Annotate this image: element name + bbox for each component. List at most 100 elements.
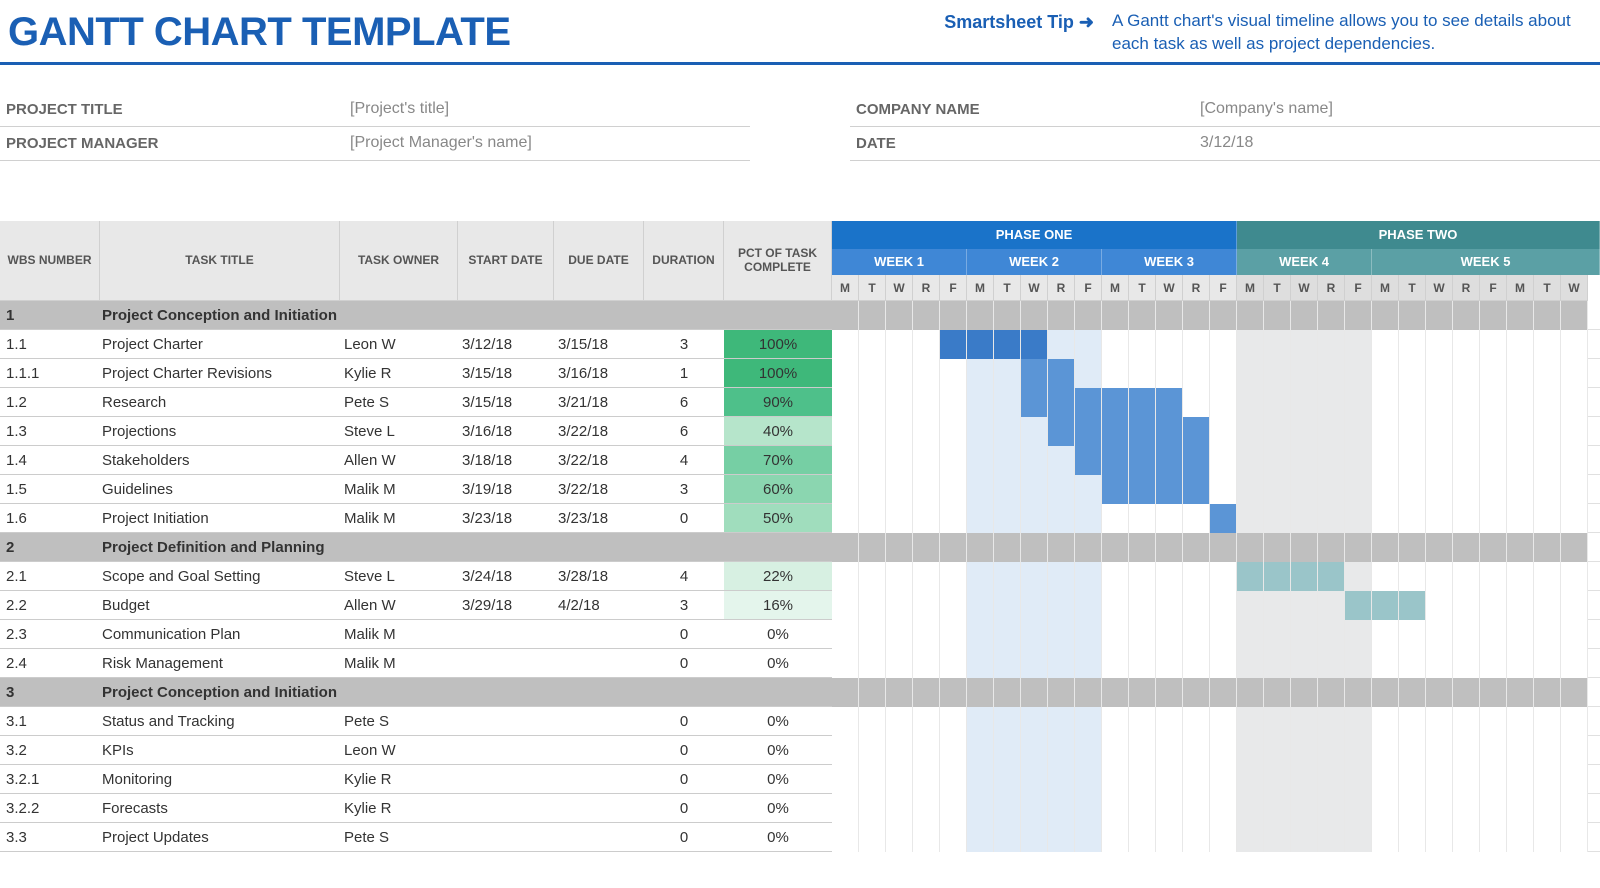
cell-start[interactable]: [458, 823, 554, 851]
timeline-cell[interactable]: [1183, 417, 1210, 446]
timeline-cell[interactable]: [1534, 301, 1561, 330]
timeline-cell[interactable]: [913, 649, 940, 678]
timeline-cell[interactable]: [1345, 765, 1372, 794]
cell-pct[interactable]: 90%: [724, 388, 832, 416]
timeline-cell[interactable]: [1075, 446, 1102, 475]
timeline-cell[interactable]: [994, 330, 1021, 359]
cell-title[interactable]: Guidelines: [100, 475, 340, 503]
cell-owner[interactable]: Leon W: [340, 736, 458, 764]
cell-due[interactable]: [554, 533, 644, 561]
timeline-cell[interactable]: [1237, 794, 1264, 823]
cell-due[interactable]: [554, 823, 644, 851]
timeline-cell[interactable]: [1480, 736, 1507, 765]
timeline-cell[interactable]: [1129, 330, 1156, 359]
cell-wbs[interactable]: 3.2.1: [0, 765, 100, 793]
timeline-cell[interactable]: [886, 562, 913, 591]
timeline-cell[interactable]: [1129, 823, 1156, 852]
timeline-cell[interactable]: [1048, 388, 1075, 417]
timeline-cell[interactable]: [940, 388, 967, 417]
cell-pct[interactable]: 0%: [724, 794, 832, 822]
timeline-cell[interactable]: [886, 823, 913, 852]
timeline-cell[interactable]: [967, 301, 994, 330]
timeline-cell[interactable]: [1210, 475, 1237, 504]
timeline-cell[interactable]: [1453, 620, 1480, 649]
timeline-cell[interactable]: [1345, 417, 1372, 446]
timeline-cell[interactable]: [859, 649, 886, 678]
timeline-cell[interactable]: [1561, 765, 1588, 794]
timeline-cell[interactable]: [1561, 301, 1588, 330]
cell-owner[interactable]: Allen W: [340, 591, 458, 619]
cell-dur[interactable]: 3: [644, 330, 724, 358]
cell-wbs[interactable]: 3.1: [0, 707, 100, 735]
timeline-cell[interactable]: [1318, 678, 1345, 707]
timeline-cell[interactable]: [1291, 620, 1318, 649]
timeline-cell[interactable]: [1210, 330, 1237, 359]
timeline-cell[interactable]: [1534, 562, 1561, 591]
timeline-cell[interactable]: [1426, 823, 1453, 852]
cell-start[interactable]: 3/29/18: [458, 591, 554, 619]
cell-start[interactable]: 3/15/18: [458, 388, 554, 416]
cell-pct[interactable]: 0%: [724, 736, 832, 764]
timeline-cell[interactable]: [1345, 707, 1372, 736]
timeline-cell[interactable]: [1318, 823, 1345, 852]
cell-dur[interactable]: 3: [644, 591, 724, 619]
timeline-cell[interactable]: [1318, 591, 1345, 620]
timeline-cell[interactable]: [1291, 707, 1318, 736]
timeline-cell[interactable]: [1534, 475, 1561, 504]
timeline-cell[interactable]: [1561, 533, 1588, 562]
timeline-cell[interactable]: [1048, 736, 1075, 765]
timeline-cell[interactable]: [913, 417, 940, 446]
cell-wbs[interactable]: 1.1: [0, 330, 100, 358]
timeline-cell[interactable]: [1318, 533, 1345, 562]
timeline-cell[interactable]: [1561, 504, 1588, 533]
cell-start[interactable]: [458, 620, 554, 648]
timeline-cell[interactable]: [1183, 591, 1210, 620]
timeline-cell[interactable]: [1372, 649, 1399, 678]
timeline-cell[interactable]: [1129, 678, 1156, 707]
company-name-value[interactable]: [Company's name]: [1200, 100, 1333, 118]
timeline-cell[interactable]: [1345, 591, 1372, 620]
cell-title[interactable]: Project Charter: [100, 330, 340, 358]
timeline-cell[interactable]: [1102, 649, 1129, 678]
cell-wbs[interactable]: 3.2: [0, 736, 100, 764]
timeline-cell[interactable]: [1561, 417, 1588, 446]
timeline-cell[interactable]: [1021, 649, 1048, 678]
timeline-cell[interactable]: [1507, 765, 1534, 794]
timeline-cell[interactable]: [1021, 533, 1048, 562]
cell-title[interactable]: Status and Tracking: [100, 707, 340, 735]
timeline-cell[interactable]: [832, 823, 859, 852]
timeline-cell[interactable]: [1264, 417, 1291, 446]
timeline-cell[interactable]: [1426, 794, 1453, 823]
timeline-cell[interactable]: [940, 591, 967, 620]
date-value[interactable]: 3/12/18: [1200, 134, 1253, 152]
cell-pct[interactable]: 100%: [724, 359, 832, 387]
timeline-cell[interactable]: [1102, 591, 1129, 620]
timeline-cell[interactable]: [1102, 736, 1129, 765]
timeline-cell[interactable]: [1399, 649, 1426, 678]
timeline-cell[interactable]: [1534, 533, 1561, 562]
timeline-cell[interactable]: [1291, 533, 1318, 562]
timeline-cell[interactable]: [1183, 388, 1210, 417]
timeline-cell[interactable]: [1264, 678, 1291, 707]
cell-due[interactable]: [554, 794, 644, 822]
timeline-cell[interactable]: [940, 823, 967, 852]
cell-title[interactable]: Project Updates: [100, 823, 340, 851]
timeline-cell[interactable]: [1534, 823, 1561, 852]
timeline-cell[interactable]: [1021, 591, 1048, 620]
timeline-cell[interactable]: [967, 823, 994, 852]
timeline-cell[interactable]: [1102, 794, 1129, 823]
timeline-cell[interactable]: [1021, 417, 1048, 446]
task-row[interactable]: 1.4StakeholdersAllen W3/18/183/22/18470%: [0, 446, 832, 475]
timeline-cell[interactable]: [1183, 823, 1210, 852]
timeline-cell[interactable]: [1210, 823, 1237, 852]
timeline-cell[interactable]: [1561, 359, 1588, 388]
project-manager-value[interactable]: [Project Manager's name]: [350, 134, 532, 152]
timeline-cell[interactable]: [1075, 649, 1102, 678]
timeline-cell[interactable]: [1534, 620, 1561, 649]
timeline-cell[interactable]: [1426, 707, 1453, 736]
timeline-cell[interactable]: [859, 388, 886, 417]
timeline-cell[interactable]: [1372, 707, 1399, 736]
timeline-cell[interactable]: [1534, 504, 1561, 533]
timeline-cell[interactable]: [859, 765, 886, 794]
timeline-cell[interactable]: [886, 504, 913, 533]
